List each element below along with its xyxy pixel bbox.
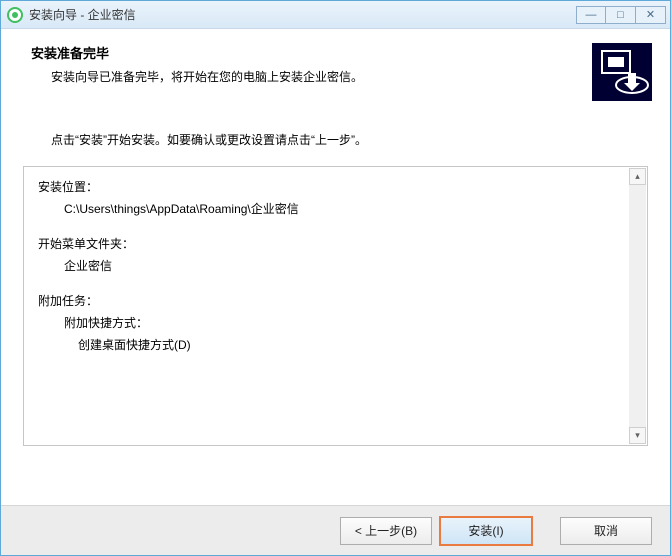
summary-panel: 安装位置： C:\Users\things\AppData\Roaming\企业… <box>23 166 648 446</box>
installer-window: 安装向导 - 企业密信 — □ ✕ 安装准备完毕 安装向导已准备完毕，将开始在您… <box>0 0 671 556</box>
scroll-track[interactable] <box>629 185 646 427</box>
scroll-up-button[interactable]: ▴ <box>629 168 646 185</box>
back-button[interactable]: < 上一步(B) <box>340 517 432 545</box>
title-bar[interactable]: 安装向导 - 企业密信 — □ ✕ <box>1 1 670 29</box>
start-menu-value: 企业密信 <box>38 256 627 278</box>
wizard-header: 安装准备完毕 安装向导已准备完毕，将开始在您的电脑上安装企业密信。 <box>1 29 670 115</box>
cancel-button[interactable]: 取消 <box>560 517 652 545</box>
scroll-down-button[interactable]: ▾ <box>629 427 646 444</box>
additional-tasks-block: 附加任务： 附加快捷方式： 创建桌面快捷方式(D) <box>38 291 627 356</box>
install-location-block: 安装位置： C:\Users\things\AppData\Roaming\企业… <box>38 177 627 220</box>
close-button[interactable]: ✕ <box>636 6 666 24</box>
start-menu-block: 开始菜单文件夹： 企业密信 <box>38 234 627 277</box>
start-menu-label: 开始菜单文件夹： <box>38 234 627 256</box>
instruction-text: 点击“安装”开始安装。如要确认或更改设置请点击“上一步”。 <box>1 115 670 158</box>
create-desktop-shortcut: 创建桌面快捷方式(D) <box>38 335 627 357</box>
additional-tasks-label: 附加任务： <box>38 291 627 313</box>
summary-content: 安装位置： C:\Users\things\AppData\Roaming\企业… <box>24 167 647 445</box>
additional-shortcut-label: 附加快捷方式： <box>38 313 627 335</box>
vertical-scrollbar[interactable]: ▴ ▾ <box>629 168 646 444</box>
app-icon <box>7 7 23 23</box>
page-subtitle: 安装向导已准备完毕，将开始在您的电脑上安装企业密信。 <box>31 68 592 85</box>
install-button[interactable]: 安装(I) <box>440 517 532 545</box>
button-bar: < 上一步(B) 安装(I) 取消 <box>1 505 670 555</box>
installer-icon <box>592 43 652 101</box>
header-text-block: 安装准备完毕 安装向导已准备完毕，将开始在您的电脑上安装企业密信。 <box>31 43 592 85</box>
page-title: 安装准备完毕 <box>31 43 592 62</box>
window-controls: — □ ✕ <box>576 6 666 24</box>
window-title: 安装向导 - 企业密信 <box>29 6 576 23</box>
content-area: 安装准备完毕 安装向导已准备完毕，将开始在您的电脑上安装企业密信。 点击“安装”… <box>1 29 670 505</box>
install-location-label: 安装位置： <box>38 177 627 199</box>
minimize-button[interactable]: — <box>576 6 606 24</box>
maximize-button[interactable]: □ <box>606 6 636 24</box>
install-location-value: C:\Users\things\AppData\Roaming\企业密信 <box>38 199 627 221</box>
